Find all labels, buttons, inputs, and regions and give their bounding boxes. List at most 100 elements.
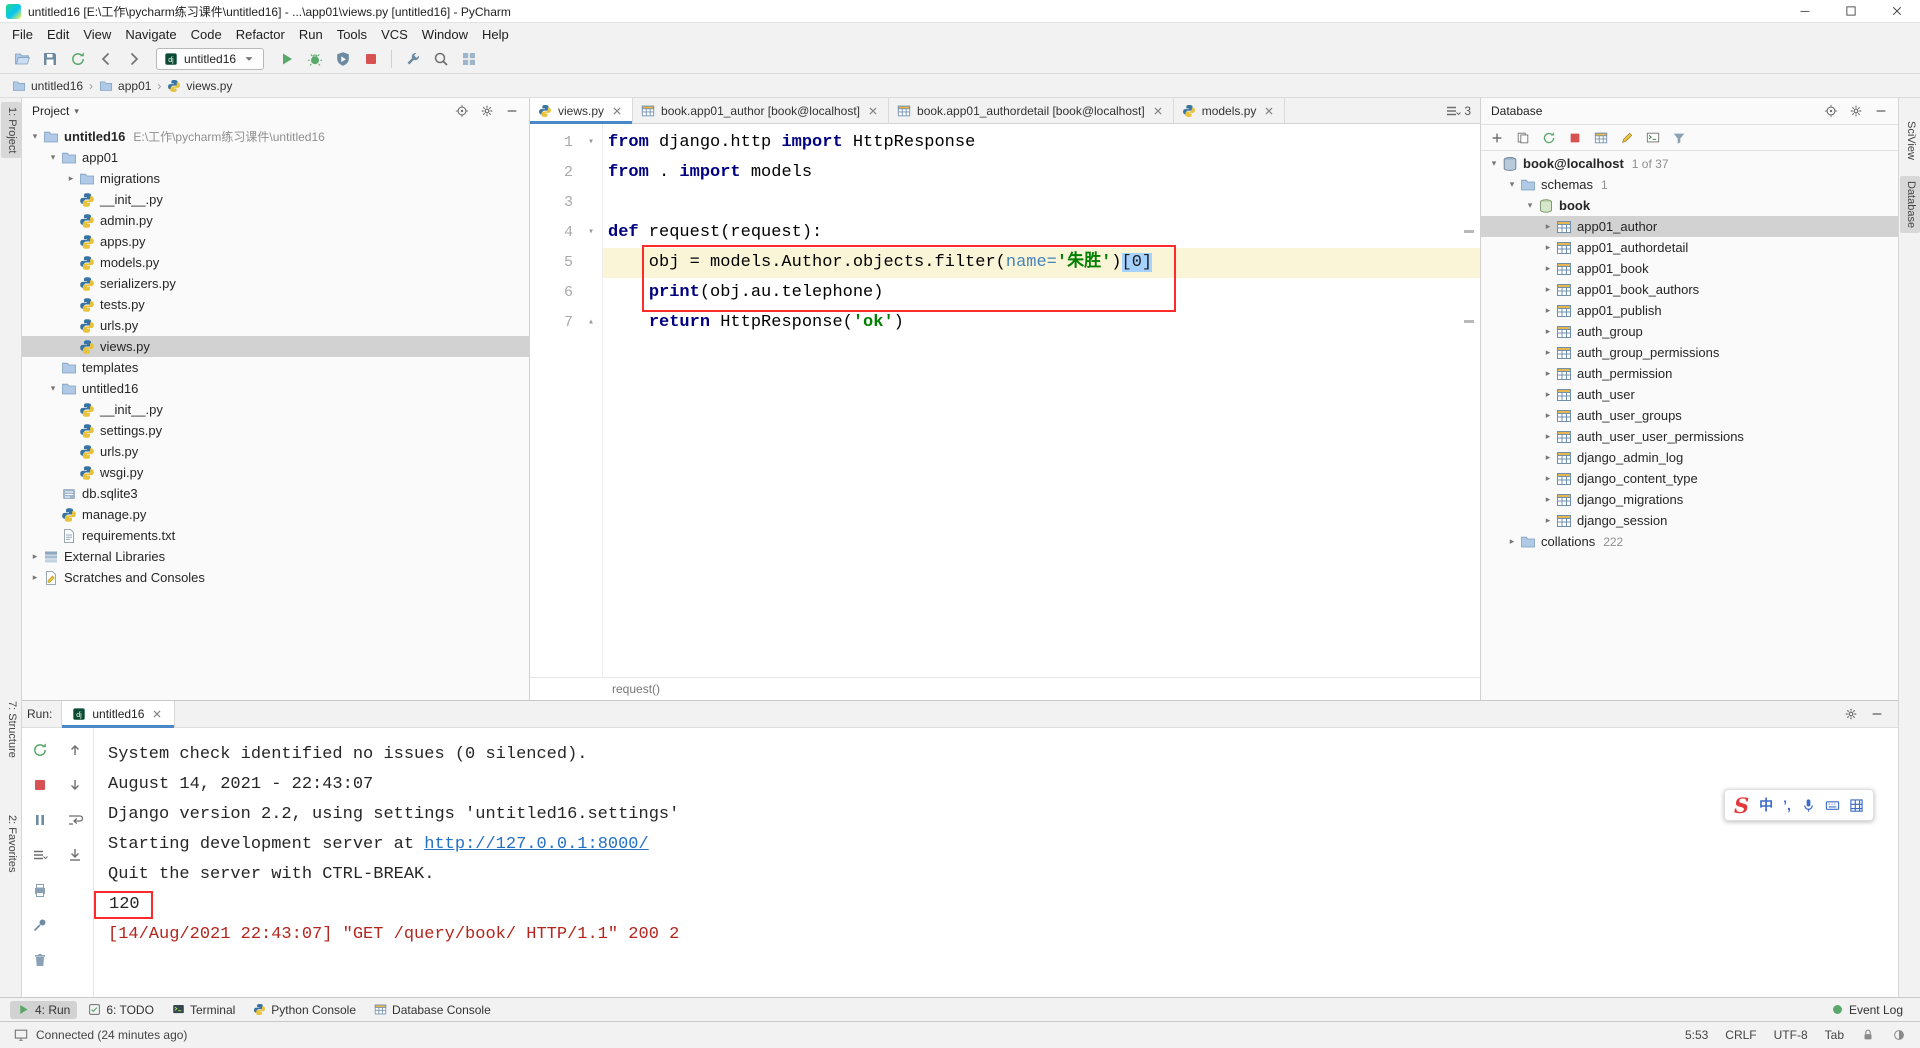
run-configuration-select[interactable]: dj untitled16	[156, 48, 265, 70]
folder-open-button[interactable]	[10, 48, 33, 71]
up-stack-trace-button[interactable]	[64, 738, 87, 761]
sogou-mic-icon[interactable]	[1801, 798, 1816, 813]
sogou-grid9-icon[interactable]	[1849, 798, 1864, 813]
menu-item-tools[interactable]: Tools	[330, 25, 374, 44]
tool-stripe-database[interactable]: Database	[1900, 176, 1920, 234]
breadcrumb-item-views-py[interactable]: views.py	[167, 79, 232, 93]
code-text[interactable]: from . import models	[602, 158, 1480, 188]
gear-button[interactable]	[1840, 703, 1862, 725]
project-item-tests-py[interactable]: tests.py	[22, 294, 529, 315]
clear-all-button[interactable]	[28, 948, 51, 971]
database-item-app01-book[interactable]: ▸ app01_book	[1481, 258, 1898, 279]
database-item-book[interactable]: ▾ book	[1481, 195, 1898, 216]
menu-item-vcs[interactable]: VCS	[374, 25, 415, 44]
database-item-django-migrations[interactable]: ▸ django_migrations	[1481, 489, 1898, 510]
database-item-django-content-type[interactable]: ▸ django_content_type	[1481, 468, 1898, 489]
project-item-serializers-py[interactable]: serializers.py	[22, 273, 529, 294]
layout-button[interactable]	[457, 48, 480, 71]
code-text[interactable]: return HttpResponse('ok')	[602, 308, 1480, 338]
pause-output-button[interactable]	[28, 808, 51, 831]
menu-item-code[interactable]: Code	[184, 25, 229, 44]
save-button[interactable]	[38, 48, 61, 71]
toolwindow-button-4-run[interactable]: 4: Run	[10, 1000, 78, 1019]
close-tab-icon[interactable]	[1151, 104, 1165, 118]
run-tab-untitled16[interactable]: dj untitled16	[61, 701, 176, 728]
tool-stripe-1-project[interactable]: 1: Project	[1, 102, 21, 159]
coverage-button[interactable]	[331, 48, 354, 71]
scroll-to-end-button[interactable]	[64, 843, 87, 866]
database-item-django-session[interactable]: ▸ django_session	[1481, 510, 1898, 531]
run-button[interactable]	[275, 48, 298, 71]
close-tab-icon[interactable]	[150, 707, 164, 721]
fold-marker[interactable]: ▾	[580, 128, 602, 158]
stop-button[interactable]	[1564, 127, 1586, 149]
minus-button[interactable]	[501, 100, 523, 122]
hidden-tabs-dropdown[interactable]: 3	[1445, 98, 1480, 123]
stop-button[interactable]	[28, 773, 51, 796]
database-item-auth-user-user-permissions[interactable]: ▸ auth_user_user_permissions	[1481, 426, 1898, 447]
database-item-schemas[interactable]: ▾ schemas 1	[1481, 174, 1898, 195]
editor-tab-book-app01-authordetail-book-localhost[interactable]: book.app01_authordetail [book@localhost]	[889, 98, 1174, 123]
status-tab[interactable]: Tab	[1825, 1028, 1844, 1042]
project-item-models-py[interactable]: models.py	[22, 252, 529, 273]
toolwindow-button-database-console[interactable]: Database Console	[367, 1001, 498, 1019]
database-item-app01-book-authors[interactable]: ▸ app01_book_authors	[1481, 279, 1898, 300]
pencil-button[interactable]	[1616, 127, 1638, 149]
search-button[interactable]	[429, 48, 452, 71]
close-tab-icon[interactable]	[866, 104, 880, 118]
wrench-button[interactable]	[401, 48, 424, 71]
toolwindow-button-6-todo[interactable]: 6: TODO	[81, 1001, 161, 1019]
code-text[interactable]: def request(request):	[602, 218, 1480, 248]
print-button[interactable]	[28, 878, 51, 901]
project-item-admin-py[interactable]: admin.py	[22, 210, 529, 231]
toolwindow-button-python-console[interactable]: Python Console	[246, 1001, 363, 1019]
copy-button[interactable]	[1512, 127, 1534, 149]
menu-item-navigate[interactable]: Navigate	[118, 25, 183, 44]
breadcrumb-item-untitled16[interactable]: untitled16	[12, 79, 83, 93]
lock-icon[interactable]	[1861, 1028, 1875, 1042]
soft-wrap-button[interactable]	[64, 808, 87, 831]
project-item-wsgi-py[interactable]: wsgi.py	[22, 462, 529, 483]
maximize-button[interactable]	[1828, 0, 1874, 22]
code-text[interactable]	[602, 188, 1480, 218]
project-item-views-py[interactable]: views.py	[22, 336, 529, 357]
project-item-settings-py[interactable]: settings.py	[22, 420, 529, 441]
toolwindow-button-event-log[interactable]: Event Log	[1824, 1001, 1910, 1019]
code-text[interactable]: obj = models.Author.objects.filter(name=…	[602, 248, 1480, 278]
menu-item-edit[interactable]: Edit	[40, 25, 76, 44]
editor-tab-book-app01-author-book-localhost[interactable]: book.app01_author [book@localhost]	[633, 98, 890, 123]
back-button[interactable]	[94, 48, 117, 71]
code-text[interactable]: print(obj.au.telephone)	[602, 278, 1480, 308]
sync-button[interactable]	[66, 48, 89, 71]
project-item-db-sqlite3[interactable]: db.sqlite3	[22, 483, 529, 504]
project-item-urls-py[interactable]: urls.py	[22, 441, 529, 462]
table-button[interactable]	[1590, 127, 1612, 149]
menu-item-window[interactable]: Window	[415, 25, 475, 44]
database-item-app01-publish[interactable]: ▸ app01_publish	[1481, 300, 1898, 321]
project-item-scratches-and-consoles[interactable]: ▸ Scratches and Consoles	[22, 567, 529, 588]
minimize-button[interactable]	[1782, 0, 1828, 22]
run-console[interactable]: System check identified no issues (0 sil…	[94, 728, 1898, 997]
database-item-auth-user[interactable]: ▸ auth_user	[1481, 384, 1898, 405]
editor-tab-views-py[interactable]: views.py	[530, 98, 634, 124]
database-item-auth-user-groups[interactable]: ▸ auth_user_groups	[1481, 405, 1898, 426]
minus-button[interactable]	[1870, 100, 1892, 122]
pin-tab-button[interactable]	[28, 913, 51, 936]
database-item-auth-group[interactable]: ▸ auth_group	[1481, 321, 1898, 342]
sogou-mode-chinese[interactable]: 中	[1759, 795, 1773, 815]
database-item-django-admin-log[interactable]: ▸ django_admin_log	[1481, 447, 1898, 468]
project-item-app01[interactable]: ▾ app01	[22, 147, 529, 168]
project-item-init-py[interactable]: __init__.py	[22, 189, 529, 210]
editor-tab-models-py[interactable]: models.py	[1174, 98, 1286, 123]
menu-item-help[interactable]: Help	[475, 25, 516, 44]
project-item-requirements-txt[interactable]: requirements.txt	[22, 525, 529, 546]
menu-item-refactor[interactable]: Refactor	[229, 25, 292, 44]
debug-button[interactable]	[303, 48, 326, 71]
project-item-external-libraries[interactable]: ▸ External Libraries	[22, 546, 529, 567]
editor-breadcrumb[interactable]: request()	[612, 682, 660, 696]
plus-button[interactable]	[1486, 127, 1508, 149]
tool-stripe-sciview[interactable]: SciView	[1900, 116, 1920, 165]
menu-item-file[interactable]: File	[5, 25, 40, 44]
funnel-button[interactable]	[1668, 127, 1690, 149]
database-item-book-localhost[interactable]: ▾ book@localhost 1 of 37	[1481, 153, 1898, 174]
